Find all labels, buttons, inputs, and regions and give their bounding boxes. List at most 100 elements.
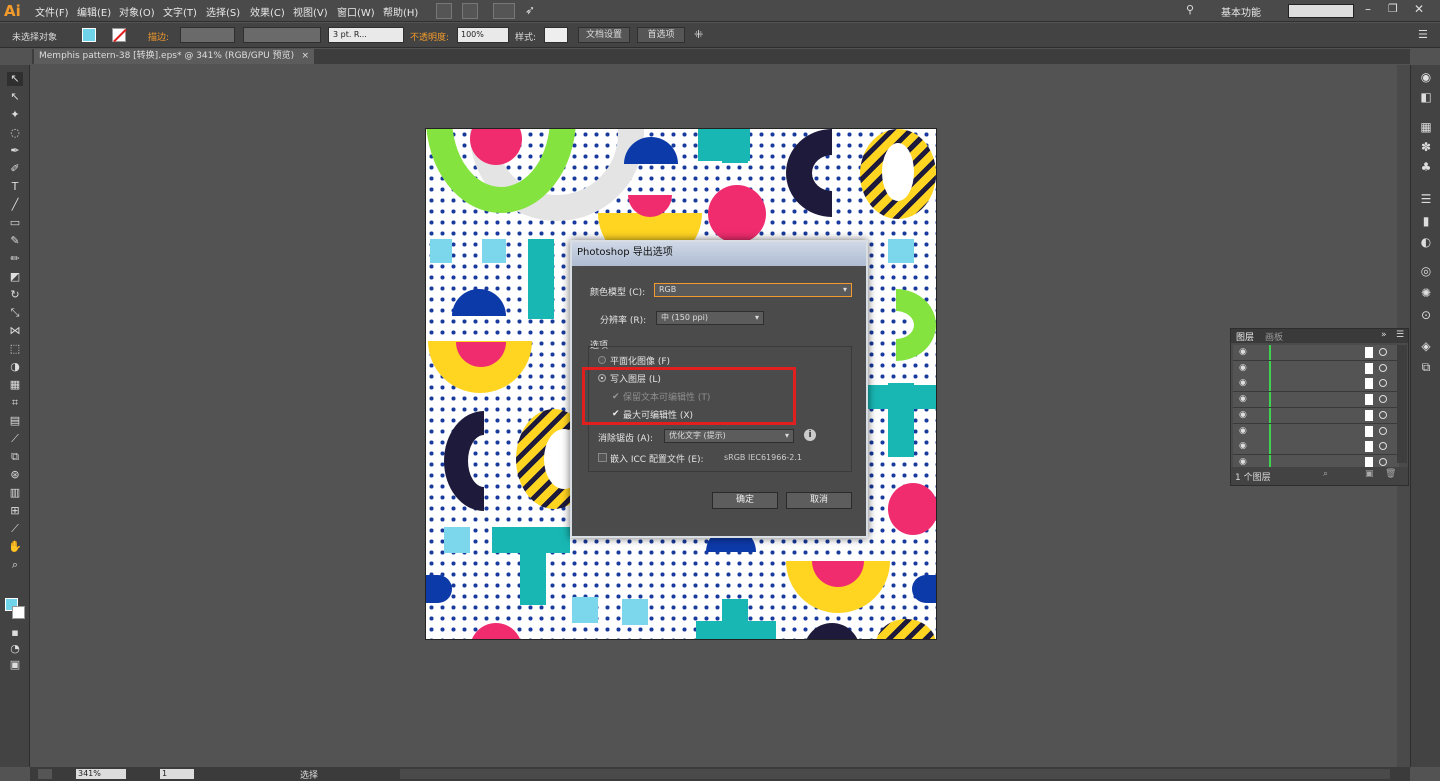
menu-file[interactable]: 文件(F) xyxy=(35,4,69,19)
layer-row[interactable]: ◉ xyxy=(1233,360,1399,377)
layer-row[interactable]: ◉ xyxy=(1233,392,1399,409)
layers-panel-icon[interactable]: ◈ xyxy=(1419,339,1433,353)
line-tool-icon[interactable]: ╱ xyxy=(7,198,23,212)
layer-row[interactable]: ◉ xyxy=(1233,345,1399,361)
document-tab[interactable]: Memphis pattern-38 [转换].eps* @ 341% (RGB… xyxy=(34,49,314,64)
workspace-switcher[interactable]: 基本功能 xyxy=(1221,4,1261,19)
visibility-eye-icon[interactable]: ◉ xyxy=(1239,394,1247,404)
direct-selection-tool-icon[interactable]: ↖ xyxy=(7,90,23,104)
gpu-rocket-icon[interactable]: ➶ xyxy=(525,3,535,17)
blend-tool-icon[interactable]: ⧉ xyxy=(7,450,23,464)
rotate-tool-icon[interactable]: ↻ xyxy=(7,288,23,302)
scale-tool-icon[interactable]: ⤡ xyxy=(7,306,23,320)
opacity-label[interactable]: 不透明度: xyxy=(410,30,449,43)
cc-libraries-icon[interactable]: ⊙ xyxy=(1419,308,1433,322)
menu-view[interactable]: 视图(V) xyxy=(293,4,328,19)
tab-layers[interactable]: 图层 xyxy=(1236,330,1254,343)
swatches-panel-icon[interactable]: ▦ xyxy=(1419,120,1433,134)
tab-artboards[interactable]: 画板 xyxy=(1265,330,1283,343)
panel-collapse-icon[interactable]: » xyxy=(1381,330,1387,340)
selection-tool-icon[interactable]: ↖ xyxy=(7,72,23,86)
flat-image-radio[interactable] xyxy=(598,356,606,364)
target-circle-icon[interactable] xyxy=(1379,426,1387,435)
menu-type[interactable]: 文字(T) xyxy=(163,4,197,19)
width-tool-icon[interactable]: ⋈ xyxy=(7,324,23,338)
info-icon[interactable]: i xyxy=(804,429,816,441)
opacity-field[interactable]: 100% xyxy=(457,27,509,43)
perspective-grid-tool-icon[interactable]: ▦ xyxy=(7,378,23,392)
lasso-tool-icon[interactable]: ◌ xyxy=(7,126,23,140)
gradient-panel-icon[interactable]: ▮ xyxy=(1419,214,1433,228)
transparency-panel-icon[interactable]: ◐ xyxy=(1419,235,1433,249)
visibility-eye-icon[interactable]: ◉ xyxy=(1239,457,1247,467)
rectangle-tool-icon[interactable]: ▭ xyxy=(7,216,23,230)
visibility-eye-icon[interactable]: ◉ xyxy=(1239,426,1247,436)
menu-edit[interactable]: 编辑(E) xyxy=(77,4,111,19)
flat-image-label[interactable]: 平面化图像 (F) xyxy=(610,354,670,367)
target-circle-icon[interactable] xyxy=(1379,442,1387,451)
brush-definition[interactable]: 3 pt. R... xyxy=(328,27,404,43)
layers-scrollbar[interactable] xyxy=(1397,345,1407,463)
arrange-documents-icon[interactable] xyxy=(493,3,515,19)
visibility-eye-icon[interactable]: ◉ xyxy=(1239,363,1247,373)
zoom-tool-icon[interactable]: ⌕ xyxy=(7,558,23,572)
column-graph-tool-icon[interactable]: ▥ xyxy=(7,486,23,500)
visibility-eye-icon[interactable]: ◉ xyxy=(1239,410,1247,420)
mesh-tool-icon[interactable]: ⌗ xyxy=(7,396,23,410)
target-circle-icon[interactable] xyxy=(1379,457,1387,466)
menu-help[interactable]: 帮助(H) xyxy=(383,4,418,19)
fill-swatch[interactable] xyxy=(82,28,96,42)
gradient-tool-icon[interactable]: ▤ xyxy=(7,414,23,428)
resolution-select[interactable]: 中 (150 ppi) ▾ xyxy=(656,311,764,325)
free-transform-tool-icon[interactable]: ⬚ xyxy=(7,342,23,356)
menu-object[interactable]: 对象(O) xyxy=(119,4,155,19)
layer-row[interactable]: ◉ xyxy=(1233,407,1399,424)
artboard-nav-icon[interactable] xyxy=(38,769,52,779)
embed-icc-checkbox[interactable] xyxy=(598,453,607,462)
restore-icon[interactable]: ❐ xyxy=(1388,2,1398,15)
appearance-panel-icon[interactable]: ◎ xyxy=(1419,264,1433,278)
symbol-sprayer-tool-icon[interactable]: ⊛ xyxy=(7,468,23,482)
visibility-eye-icon[interactable]: ◉ xyxy=(1239,441,1247,451)
preferences-button[interactable]: 首选项 xyxy=(637,27,685,43)
layer-row[interactable]: ◉ xyxy=(1233,439,1399,456)
layer-row[interactable]: ◉ xyxy=(1233,423,1399,440)
color-guide-icon[interactable]: ◧ xyxy=(1419,90,1433,104)
pencil-tool-icon[interactable]: ✏ xyxy=(7,252,23,266)
search-input[interactable] xyxy=(1288,4,1354,18)
layer-row[interactable]: ◉ xyxy=(1233,376,1399,393)
variable-width-profile[interactable] xyxy=(243,27,321,43)
visibility-eye-icon[interactable]: ◉ xyxy=(1239,378,1247,388)
target-circle-icon[interactable] xyxy=(1379,348,1387,356)
delete-layer-icon[interactable]: 🗑 xyxy=(1385,469,1396,479)
pen-tool-icon[interactable]: ✒ xyxy=(7,144,23,158)
target-circle-icon[interactable] xyxy=(1379,410,1387,419)
close-icon[interactable]: ✕ xyxy=(1414,2,1424,16)
new-layer-icon[interactable]: ▣ xyxy=(1365,469,1374,479)
menu-select[interactable]: 选择(S) xyxy=(206,4,240,19)
color-mode-icon[interactable]: ▪ xyxy=(7,626,23,640)
arrange-icon[interactable]: ⁜ xyxy=(694,28,703,41)
panel-menu-icon[interactable]: ☰ xyxy=(1418,28,1428,41)
menu-window[interactable]: 窗口(W) xyxy=(337,4,375,19)
stroke-color-swatch[interactable] xyxy=(12,606,25,619)
draw-mode-icon[interactable]: ◔ xyxy=(7,642,23,656)
locate-object-icon[interactable]: ⌕ xyxy=(1323,469,1328,479)
magic-wand-tool-icon[interactable]: ✦ xyxy=(7,108,23,122)
horizontal-scrollbar[interactable] xyxy=(400,769,1390,779)
stroke-swatch[interactable] xyxy=(112,28,127,43)
hand-tool-icon[interactable]: ✋ xyxy=(7,540,23,554)
stroke-label[interactable]: 描边: xyxy=(148,30,169,43)
eraser-tool-icon[interactable]: ◩ xyxy=(7,270,23,284)
zoom-field[interactable]: 341% xyxy=(76,769,126,779)
paintbrush-tool-icon[interactable]: ✎ xyxy=(7,234,23,248)
menu-effect[interactable]: 效果(C) xyxy=(250,4,285,19)
artboards-panel-icon[interactable]: ⧉ xyxy=(1419,360,1433,374)
embed-icc-label[interactable]: 嵌入 ICC 配置文件 (E): xyxy=(610,452,704,465)
panel-menu-icon[interactable]: ☰ xyxy=(1396,330,1404,340)
graphic-styles-icon[interactable]: ✺ xyxy=(1419,286,1433,300)
bridge-icon[interactable] xyxy=(436,3,452,19)
antialias-select[interactable]: 优化文字 (提示) ▾ xyxy=(664,429,794,443)
color-panel-icon[interactable]: ◉ xyxy=(1419,70,1433,84)
sync-icon[interactable]: ⚲ xyxy=(1186,3,1194,16)
